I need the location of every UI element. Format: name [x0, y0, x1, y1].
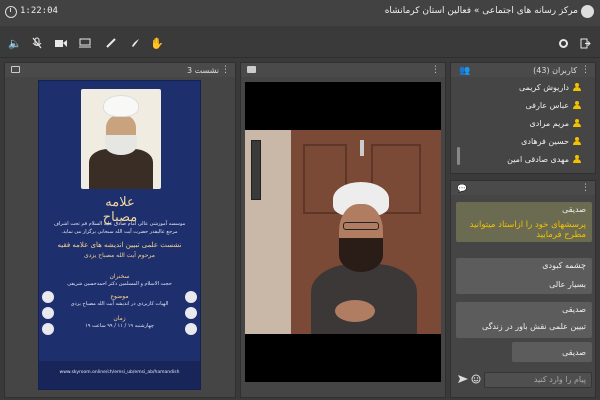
presentation-title: نشست 3 — [187, 66, 219, 75]
user-icon — [573, 101, 581, 109]
poster-logo-right-2 — [185, 307, 197, 319]
poster-calligraphy: علامه مصباح — [102, 195, 138, 225]
poster-speaker: حجت الاسلام و المسلمین دکتر احمدحسین شری… — [67, 281, 172, 287]
user-item[interactable]: حسین فرهادی — [521, 135, 581, 147]
user-icon — [573, 83, 581, 91]
poster-url: www.skyroom.online/ch/emsi_ub/emsi_ab/ha… — [59, 370, 180, 375]
user-item[interactable]: مهدی صادقی امین — [507, 153, 581, 165]
chat-message: چشمه کبودی بسیار عالی — [456, 258, 592, 294]
chat-message: صدیقی تبیین علمی نقش باور در زندگی — [456, 302, 592, 338]
exit-icon[interactable] — [578, 36, 592, 50]
timer-icon — [5, 6, 17, 18]
poster-logo-left-1 — [42, 291, 54, 303]
presentation-icon — [11, 66, 20, 73]
settings-icon[interactable] — [556, 36, 570, 50]
users-menu-icon[interactable]: ⋮ — [581, 65, 590, 75]
poster-footer: www.skyroom.online/ch/emsi_ub/emsi_ab/ha… — [39, 361, 200, 389]
poster-blurb-2: مرجع عالیقدر حضرت آیت الله سبحانی برگزار… — [61, 229, 178, 235]
presentation-slide: علامه مصباح موسسه آموزشی عالی امام صادق … — [38, 80, 201, 390]
users-scrollbar[interactable] — [457, 147, 460, 165]
video-menu-icon[interactable]: ⋮ — [431, 65, 440, 75]
poster-logo-left-3 — [42, 323, 54, 335]
chat-icon: 💬 — [457, 184, 467, 193]
poster-logo-right-1 — [185, 291, 197, 303]
account-icon[interactable] — [581, 5, 594, 18]
chat-text: تبیین علمی نقش باور در زندگی — [481, 322, 586, 331]
chat-input[interactable]: پیام را وارد کنید — [484, 372, 592, 388]
room-title: مرکز رسانه های اجتماعی » فعالین استان کر… — [384, 6, 578, 16]
chat-message: صدیقی پرسشهای خود را ازاستاد میتوانید مط… — [456, 202, 592, 242]
chat-text: بسیار عالی — [549, 280, 586, 289]
video-image — [245, 130, 441, 334]
poster-headline: نشست علمی تبیین اندیشه های علامه فقیه — [57, 241, 182, 249]
camera-icon[interactable] — [54, 36, 68, 50]
user-icon — [573, 119, 581, 127]
poster-topic-label: موضوع — [110, 293, 129, 300]
video-icon — [247, 66, 256, 73]
emoji-icon[interactable] — [471, 374, 481, 387]
user-item[interactable]: مریم مرادی — [529, 117, 581, 129]
chat-text: پرسشهای خود را ازاستاد میتوانید مطرح فرم… — [469, 220, 586, 240]
send-icon[interactable] — [458, 374, 468, 387]
portrait-photo — [81, 89, 161, 189]
screen-share-icon[interactable] — [78, 36, 92, 50]
brush-icon[interactable] — [128, 36, 142, 50]
user-icon — [573, 137, 581, 145]
poster-speaker-label: سخنران — [109, 273, 130, 280]
poster-time-label: زمان — [113, 315, 126, 322]
video-header: ⋮ — [241, 63, 445, 77]
chat-menu-icon[interactable]: ⋮ — [581, 183, 590, 193]
speaker-icon[interactable]: 🔈 — [8, 36, 22, 50]
mic-off-icon[interactable] — [30, 36, 44, 50]
poster-topic: الهیات کاربردی در اندیشه آیت الله مصباح … — [70, 301, 169, 307]
chat-author: صدیقی — [562, 305, 586, 314]
users-header: 👥 کاربران (43) ⋮ — [451, 63, 595, 77]
speaker-video[interactable] — [245, 82, 441, 382]
users-panel: 👥 کاربران (43) ⋮ داریوش کریمی عباس عارفی… — [450, 62, 596, 174]
chat-message: صدیقی — [512, 342, 592, 362]
chat-author: صدیقی — [562, 348, 586, 357]
top-bar: 1:22:04 مرکز رسانه های اجتماعی » فعالین … — [0, 0, 600, 26]
users-title: کاربران (43) — [533, 66, 577, 75]
user-item[interactable]: عباس عارفی — [526, 99, 581, 111]
users-icon: 👥 — [459, 66, 471, 76]
presentation-header: نشست 3 ⋮ — [5, 63, 235, 77]
presentation-menu-icon[interactable]: ⋮ — [221, 65, 230, 75]
session-timer: 1:22:04 — [20, 6, 58, 16]
chat-header: 💬 ⋮ — [451, 181, 595, 195]
toolbar: 🔈 ✋ — [0, 28, 600, 58]
poster-logo-left-2 — [42, 307, 54, 319]
poster-blurb-1: موسسه آموزشی عالی امام صادق علیه السلام … — [53, 221, 186, 227]
user-icon — [573, 155, 581, 163]
chat-author: چشمه کبودی — [542, 261, 586, 270]
chat-author: صدیقی — [562, 205, 586, 214]
user-item[interactable]: داریوش کریمی — [519, 81, 581, 93]
poster-subheadline: مرحوم آیت الله مصباح یزدی — [84, 252, 155, 259]
poster-logo-right-3 — [185, 323, 197, 335]
pencil-icon[interactable] — [104, 36, 118, 50]
raise-hand-icon[interactable]: ✋ — [150, 36, 164, 50]
poster-time: چهارشنبه ۱۹ / ۱۱ / ۹۹ ساعت ۱۹ — [85, 323, 154, 329]
